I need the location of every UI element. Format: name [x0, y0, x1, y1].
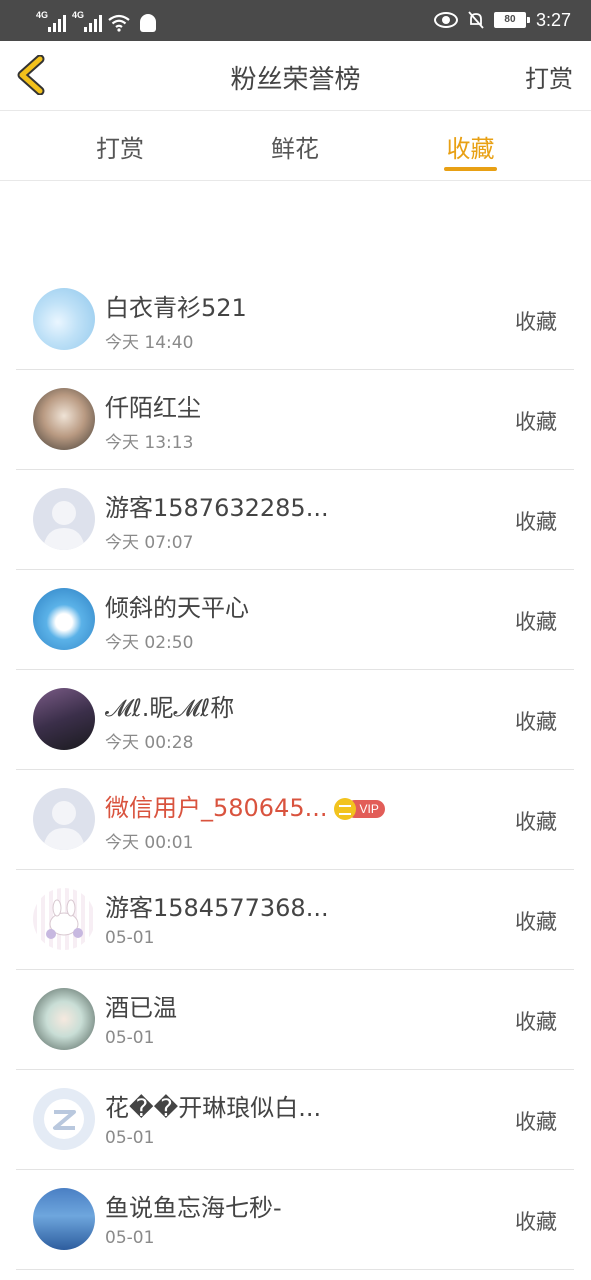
qq-notification-icon [140, 14, 156, 32]
action-label: 收藏 [515, 510, 557, 534]
default-person-icon [43, 501, 85, 550]
list-item[interactable]: 𝓜ℓ.昵𝓜ℓ称 今天 00:28 收藏 [16, 670, 574, 770]
crown-icon [333, 798, 356, 820]
list-item[interactable]: 花��开琳琅似白... 05-01 收藏 [16, 1070, 574, 1170]
list-item[interactable]: 鱼说鱼忘海七秒- 05-01 收藏 [16, 1170, 574, 1270]
list-item[interactable]: 微信用户_580645... VIP 今天 00:01 收藏 [16, 770, 574, 870]
fan-name: 鱼说鱼忘海七秒- [105, 1194, 282, 1222]
tab-label: 鲜花 [271, 135, 319, 163]
avatar[interactable] [33, 888, 95, 950]
fan-time: 今天 00:01 [105, 833, 194, 853]
avatar[interactable] [33, 488, 95, 550]
list-item[interactable]: 游客1587632285... 今天 07:07 收藏 [16, 470, 574, 570]
avatar[interactable] [33, 288, 95, 350]
fan-name: 酒已温 [105, 994, 177, 1022]
status-left: 4G 4G [36, 8, 156, 32]
fan-time: 05-01 [105, 1228, 155, 1248]
status-bar: 4G 4G 80 3:27 [0, 0, 591, 41]
fan-time: 今天 13:13 [105, 433, 194, 453]
fan-time: 今天 02:50 [105, 633, 194, 653]
qq-logo-icon [44, 1099, 84, 1139]
fan-time: 05-01 [105, 1028, 155, 1048]
fan-time: 今天 07:07 [105, 533, 194, 553]
fan-name: 倾斜的天平心 [105, 594, 249, 622]
tab-active-indicator [444, 167, 497, 171]
cellular-signal-icon: 4G [36, 10, 66, 32]
fan-time: 今天 00:28 [105, 733, 194, 753]
action-label: 收藏 [515, 410, 557, 434]
page-title: 粉丝荣誉榜 [230, 65, 361, 95]
fan-time: 今天 14:40 [105, 333, 194, 353]
fan-list: 白衣青衫521 今天 14:40 收藏 仟陌红尘 今天 13:13 收藏 游客1… [16, 270, 574, 1270]
title-bar: 粉丝荣誉榜 打赏 [0, 41, 591, 111]
wifi-icon [108, 14, 130, 32]
network-type-label: 4G [72, 10, 85, 20]
battery-icon: 80 [493, 12, 530, 28]
action-label: 收藏 [515, 810, 557, 834]
action-label: 收藏 [515, 1110, 557, 1134]
tab-favorites[interactable]: 收藏 [444, 129, 497, 171]
fan-name: 花��开琳琅似白... [105, 1094, 322, 1122]
avatar[interactable] [33, 688, 95, 750]
fan-name-text: 微信用户_580645... [105, 794, 328, 822]
fan-name: 微信用户_580645... VIP [105, 788, 385, 823]
fan-name: 白衣青衫521 [105, 294, 247, 322]
reward-button[interactable]: 打赏 [525, 59, 573, 94]
action-label: 收藏 [515, 310, 557, 334]
fan-name: 𝓜ℓ.昵𝓜ℓ称 [105, 694, 235, 722]
status-right: 80 3:27 [433, 8, 571, 32]
cartoon-rabbit-icon [46, 899, 83, 939]
avatar[interactable] [33, 388, 95, 450]
tab-flowers[interactable]: 鲜花 [269, 129, 321, 164]
fan-name: 游客1584577368... [105, 894, 329, 922]
avatar[interactable] [33, 588, 95, 650]
vip-badge: VIP [333, 798, 385, 820]
tab-bar: 打赏 鲜花 收藏 [0, 111, 591, 181]
action-label: 收藏 [515, 610, 557, 634]
fan-time: 05-01 [105, 928, 155, 948]
list-item[interactable]: 白衣青衫521 今天 14:40 收藏 [16, 270, 574, 370]
tab-label: 打赏 [96, 135, 144, 163]
action-label: 收藏 [515, 1210, 557, 1234]
eye-comfort-icon [433, 12, 458, 28]
list-item[interactable]: 游客1584577368... 05-01 收藏 [16, 870, 574, 970]
default-person-icon [43, 801, 85, 850]
action-label: 收藏 [515, 910, 557, 934]
fan-name: 游客1587632285... [105, 494, 329, 522]
action-label: 收藏 [515, 710, 557, 734]
battery-level: 80 [504, 14, 516, 25]
fan-time: 05-01 [105, 1128, 155, 1148]
avatar[interactable] [33, 788, 95, 850]
action-label: 收藏 [515, 1010, 557, 1034]
avatar[interactable] [33, 988, 95, 1050]
cellular-signal-icon: 4G [72, 10, 102, 32]
bell-muted-icon [468, 11, 484, 29]
tab-label: 收藏 [446, 135, 495, 163]
fan-name: 仟陌红尘 [105, 394, 201, 422]
list-item[interactable]: 酒已温 05-01 收藏 [16, 970, 574, 1070]
avatar[interactable] [33, 1188, 95, 1250]
avatar[interactable] [33, 1088, 95, 1150]
list-item[interactable]: 仟陌红尘 今天 13:13 收藏 [16, 370, 574, 470]
clock: 3:27 [535, 9, 571, 30]
tab-reward[interactable]: 打赏 [94, 129, 146, 164]
list-item[interactable]: 倾斜的天平心 今天 02:50 收藏 [16, 570, 574, 670]
network-type-label: 4G [36, 10, 49, 20]
